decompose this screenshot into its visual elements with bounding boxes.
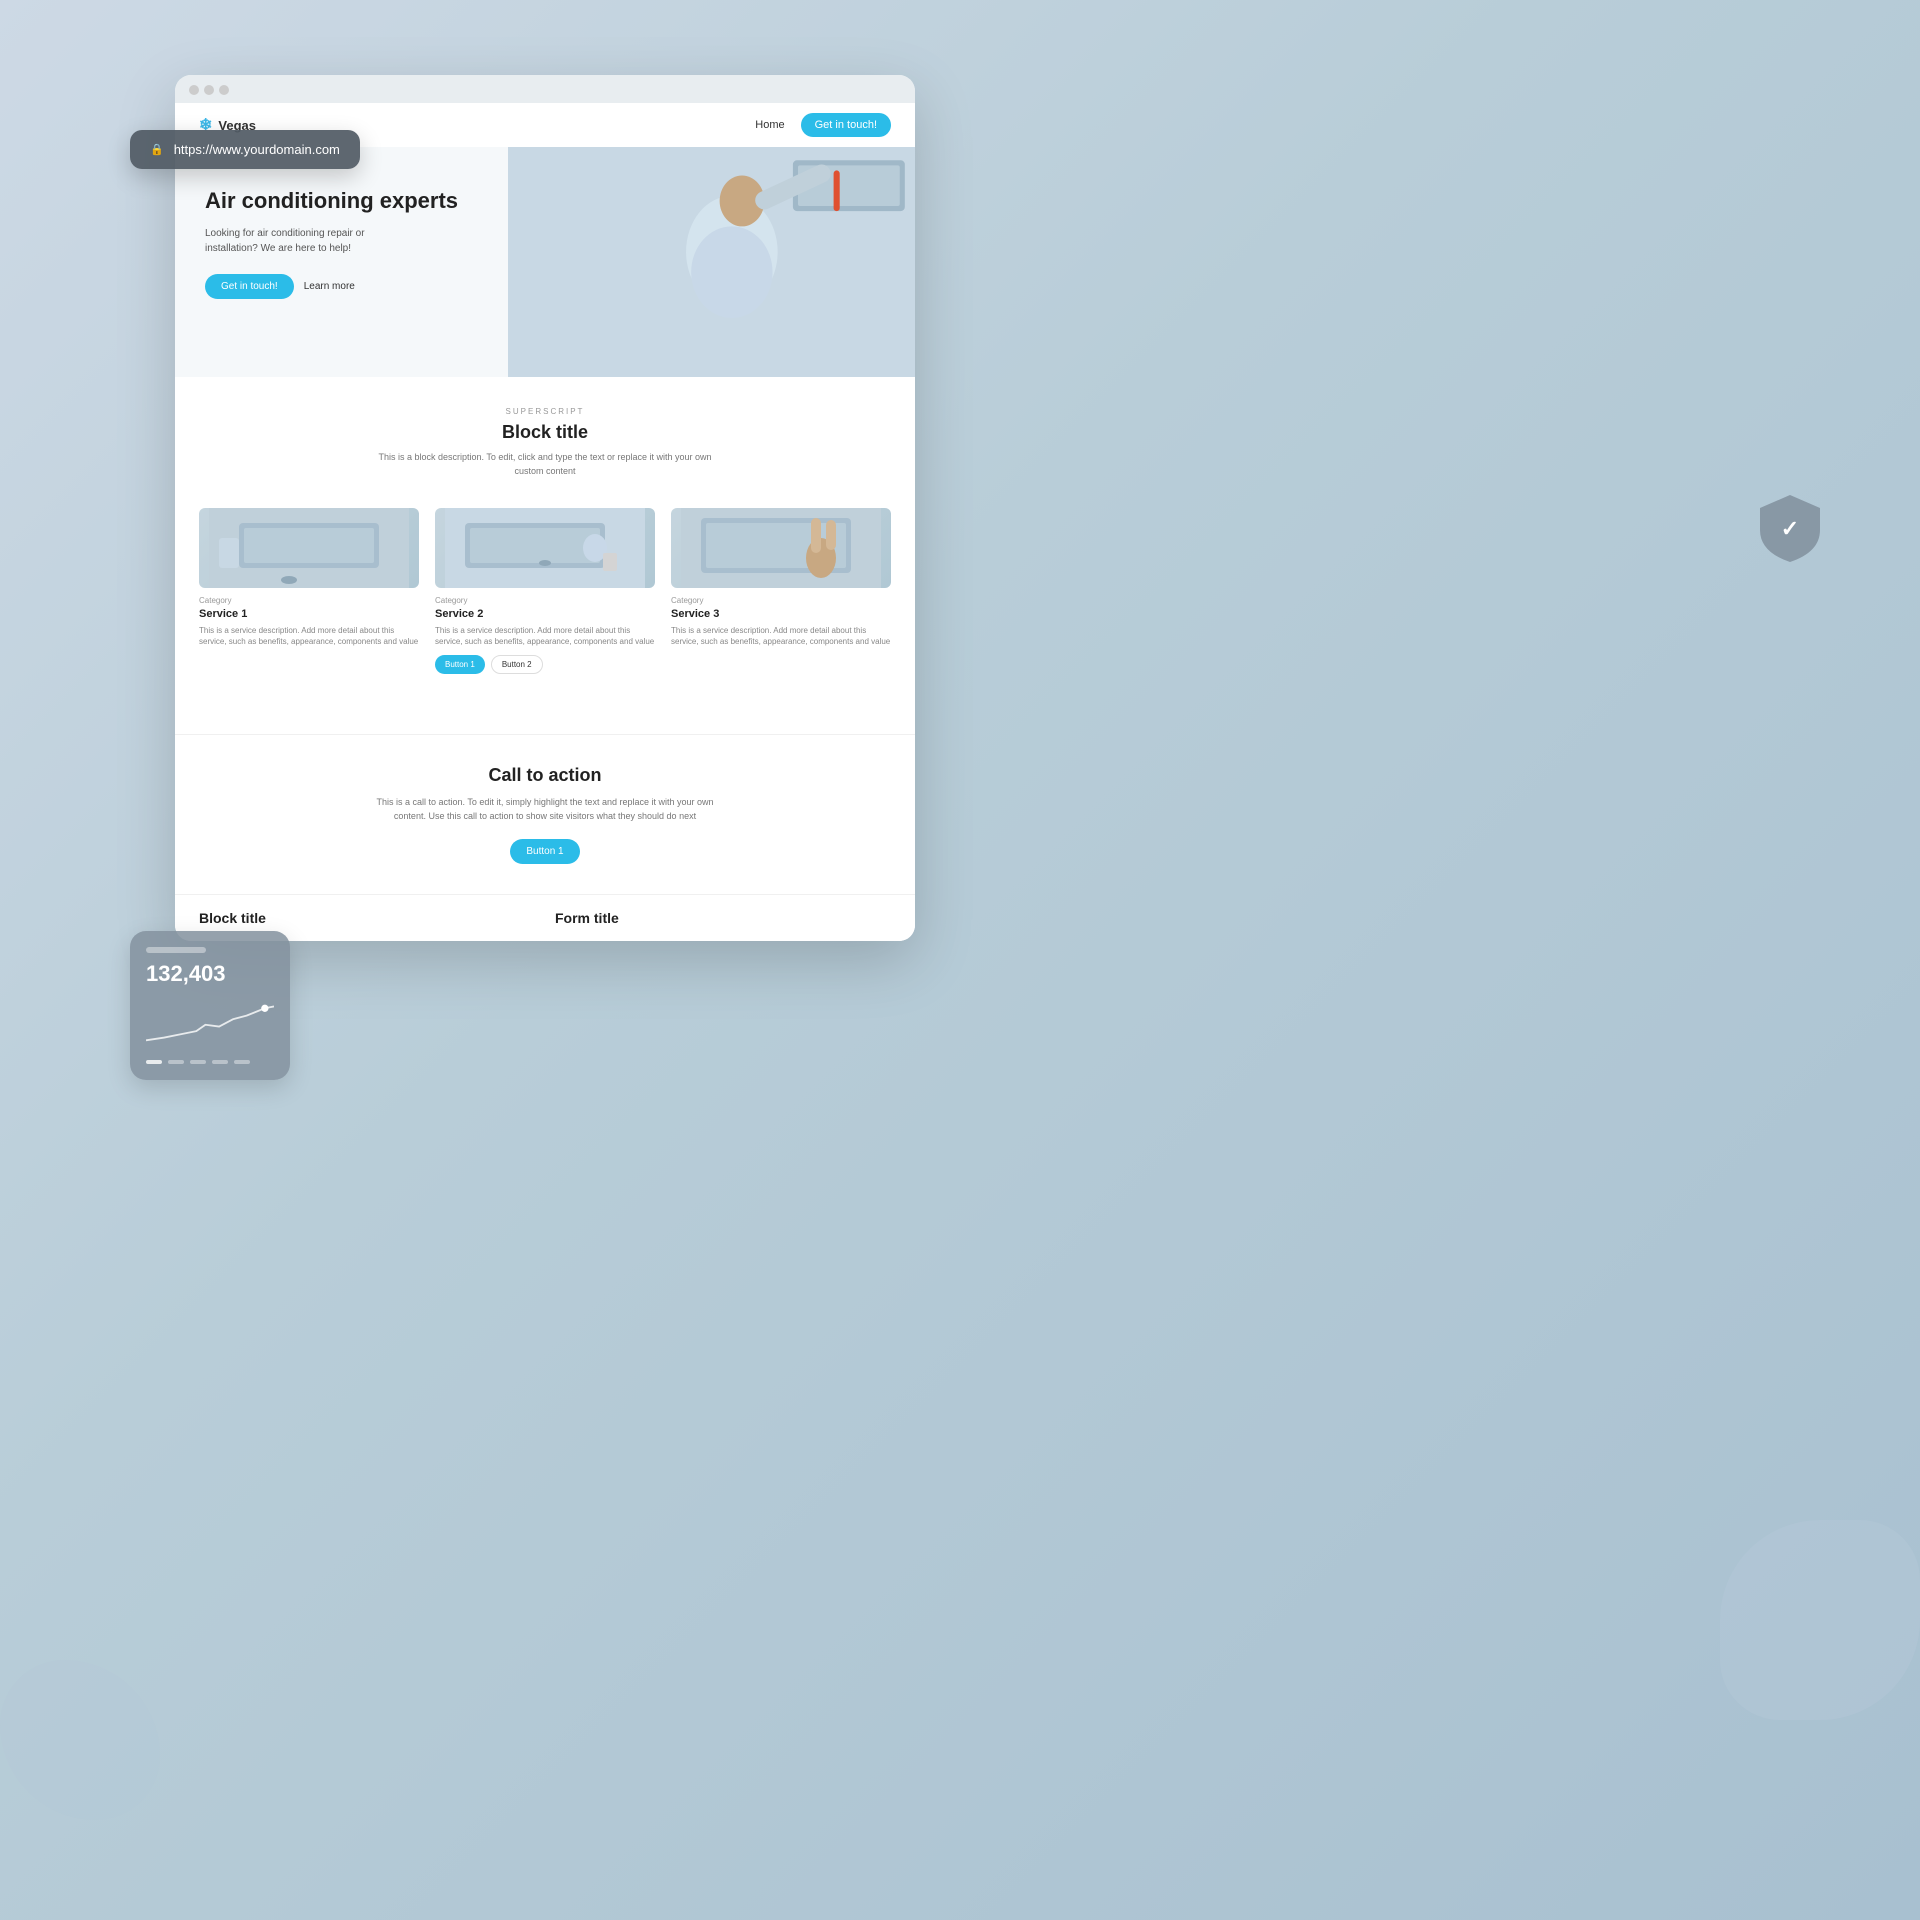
- browser-chrome: [175, 75, 915, 103]
- service-image-svg-2: [435, 508, 655, 588]
- shield-icon: ✓: [1755, 490, 1825, 565]
- hero-buttons: Get in touch! Learn more: [205, 274, 885, 299]
- service-1-category: Category: [199, 596, 419, 605]
- block-title: Block title: [199, 422, 891, 443]
- hero-subtitle: Looking for air conditioning repair or i…: [205, 226, 405, 256]
- stats-card: 132,403: [130, 931, 290, 1080]
- cta-desc: This is a call to action. To edit it, si…: [365, 796, 725, 823]
- service-2-category: Category: [435, 596, 655, 605]
- stats-dot-3: [190, 1060, 206, 1064]
- service-card-2: Category Service 2 This is a service des…: [435, 508, 655, 674]
- services-grid: Category Service 1 This is a service des…: [199, 508, 891, 674]
- hero-content: Air conditioning experts Looking for air…: [175, 147, 915, 377]
- browser-dots: [189, 85, 229, 95]
- service-image-1: [199, 508, 419, 588]
- superscript-label: SUPERSCRIPT: [199, 407, 891, 416]
- stats-dot-1: [146, 1060, 162, 1064]
- service-2-desc: This is a service description. Add more …: [435, 625, 655, 647]
- bottom-partial: Block title Form title: [175, 894, 915, 941]
- hero-title: Air conditioning experts: [205, 187, 885, 216]
- service-2-btn2[interactable]: Button 2: [491, 655, 543, 674]
- nav-home-link[interactable]: Home: [755, 119, 784, 131]
- url-text: https://www.yourdomain.com: [174, 142, 340, 157]
- stats-dot-5: [234, 1060, 250, 1064]
- browser-mockup: ❄ Vegas Home Get in touch! Air condition…: [175, 75, 915, 941]
- service-image-svg-3: [671, 508, 891, 588]
- svg-text:✓: ✓: [1781, 516, 1799, 541]
- browser-dot-2: [204, 85, 214, 95]
- block-desc: This is a block description. To edit, cl…: [365, 451, 725, 478]
- stats-number: 132,403: [146, 961, 274, 987]
- service-3-category: Category: [671, 596, 891, 605]
- decorative-blob-1: [1720, 1520, 1920, 1720]
- bottom-block-section: Block title: [199, 910, 535, 926]
- lock-icon: 🔒: [150, 143, 164, 156]
- nav-cta-button[interactable]: Get in touch!: [801, 113, 891, 137]
- stats-bar-indicator: [146, 947, 206, 953]
- decorative-blob-2: [0, 1660, 160, 1820]
- service-card-3: Category Service 3 This is a service des…: [671, 508, 891, 674]
- hero-section: Air conditioning experts Looking for air…: [175, 147, 915, 377]
- bottom-block-title: Block title: [199, 910, 535, 926]
- bottom-form-title: Form title: [555, 910, 891, 926]
- browser-dot-3: [219, 85, 229, 95]
- service-image-3: [671, 508, 891, 588]
- service-image-svg-1: [199, 508, 419, 588]
- service-3-name: Service 3: [671, 608, 891, 620]
- stats-chart: [146, 997, 274, 1047]
- stats-dot-4: [212, 1060, 228, 1064]
- service-2-btn1[interactable]: Button 1: [435, 655, 485, 674]
- security-badge: ✓: [1755, 490, 1825, 565]
- stats-dots: [146, 1060, 274, 1064]
- browser-dot-1: [189, 85, 199, 95]
- cta-button[interactable]: Button 1: [510, 839, 579, 864]
- service-card-1: Category Service 1 This is a service des…: [199, 508, 419, 674]
- service-1-name: Service 1: [199, 608, 419, 620]
- nav-links: Home Get in touch!: [755, 113, 891, 137]
- hero-cta-button[interactable]: Get in touch!: [205, 274, 294, 299]
- service-2-buttons: Button 1 Button 2: [435, 655, 655, 674]
- bottom-partial-grid: Block title Form title: [199, 910, 891, 926]
- website-content: ❄ Vegas Home Get in touch! Air condition…: [175, 103, 915, 941]
- cta-section: Call to action This is a call to action.…: [175, 734, 915, 894]
- cta-title: Call to action: [199, 765, 891, 786]
- service-1-desc: This is a service description. Add more …: [199, 625, 419, 647]
- url-bar: 🔒 https://www.yourdomain.com: [130, 130, 360, 169]
- bottom-form-section: Form title: [555, 910, 891, 926]
- service-image-2: [435, 508, 655, 588]
- service-3-desc: This is a service description. Add more …: [671, 625, 891, 647]
- block-section: SUPERSCRIPT Block title This is a block …: [199, 407, 891, 478]
- service-2-name: Service 2: [435, 608, 655, 620]
- site-main: SUPERSCRIPT Block title This is a block …: [175, 377, 915, 734]
- stats-dot-2: [168, 1060, 184, 1064]
- hero-learn-more-button[interactable]: Learn more: [304, 281, 355, 292]
